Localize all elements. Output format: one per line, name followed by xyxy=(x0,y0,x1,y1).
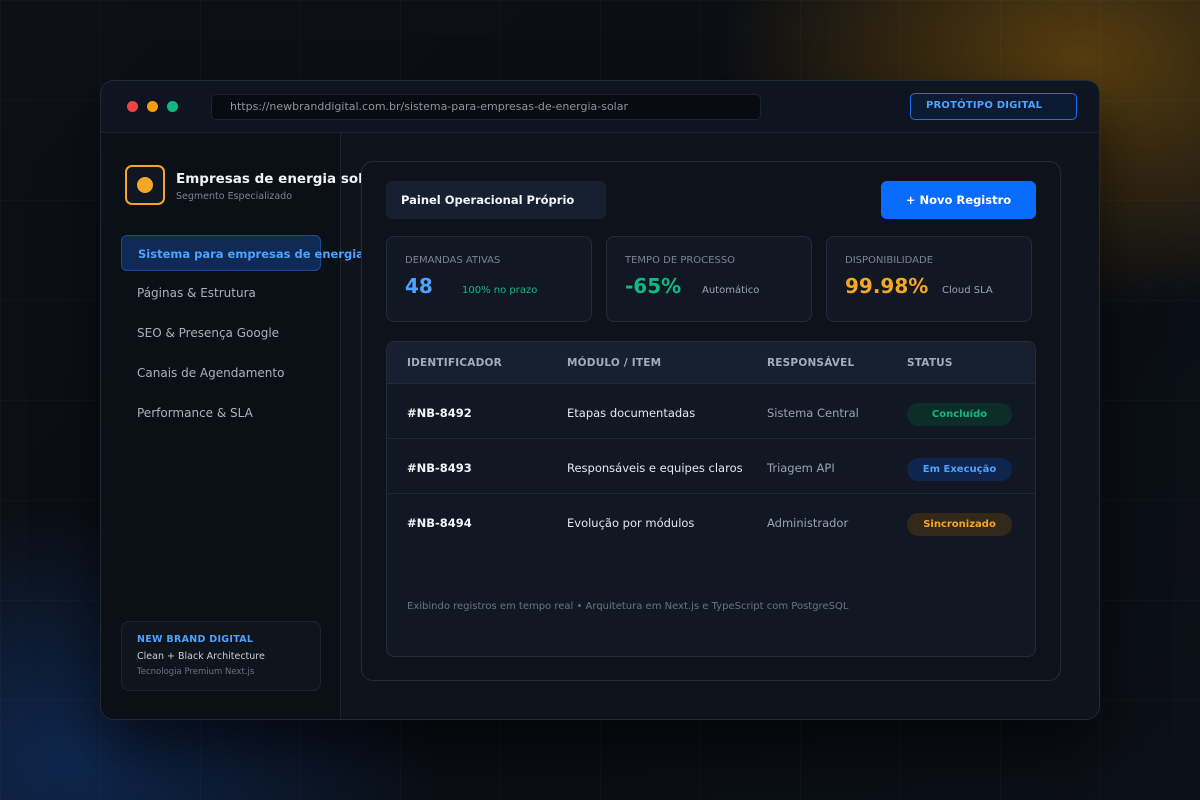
table-footer-note: Exibindo registros em tempo real • Arqui… xyxy=(407,601,849,612)
close-window-dot[interactable] xyxy=(127,101,138,112)
record-owner: Triagem API xyxy=(767,461,835,475)
footer-tagline: Clean + Black Architecture xyxy=(137,651,265,662)
stat-note: Cloud SLA xyxy=(942,285,993,296)
stat-card-demandas: DEMANDAS ATIVAS 48 100% no prazo xyxy=(386,236,592,322)
column-header-module[interactable]: MÓDULO / ITEM xyxy=(567,357,661,369)
column-header-status[interactable]: STATUS xyxy=(907,357,953,369)
status-badge: Concluído xyxy=(907,403,1012,426)
stat-note: 100% no prazo xyxy=(462,285,538,296)
table-header: IDENTIFICADOR MÓDULO / ITEM RESPONSÁVEL … xyxy=(387,342,1035,384)
new-record-button[interactable]: + Novo Registro xyxy=(881,181,1036,219)
browser-window: https://newbranddigital.com.br/sistema-p… xyxy=(100,80,1100,720)
minimize-window-dot[interactable] xyxy=(147,101,158,112)
sidebar-item-seo[interactable]: SEO & Presença Google xyxy=(121,315,321,351)
footer-brand: NEW BRAND DIGITAL xyxy=(137,634,254,645)
record-module: Etapas documentadas xyxy=(567,406,696,420)
status-badge: Sincronizado xyxy=(907,513,1012,536)
sidebar-item-paginas[interactable]: Páginas & Estrutura xyxy=(121,275,321,311)
status-badge: Em Execução xyxy=(907,458,1012,481)
brand-subtitle: Segmento Especializado xyxy=(176,191,293,202)
maximize-window-dot[interactable] xyxy=(167,101,178,112)
record-id: #NB-8493 xyxy=(407,461,472,475)
sidebar-nav: Sistema para empresas de energia solar P… xyxy=(121,235,400,435)
sidebar-footer-card: NEW BRAND DIGITAL Clean + Black Architec… xyxy=(121,621,321,691)
sidebar-item-agendamento[interactable]: Canais de Agendamento xyxy=(121,355,321,391)
stat-note: Automático xyxy=(702,285,760,296)
records-table: IDENTIFICADOR MÓDULO / ITEM RESPONSÁVEL … xyxy=(386,341,1036,657)
sidebar-item-sistema[interactable]: Sistema para empresas de energia solar xyxy=(121,235,400,271)
table-row[interactable]: #NB-8492 Etapas documentadas Sistema Cen… xyxy=(387,384,1035,439)
main-panel: Painel Operacional Próprio + Novo Regist… xyxy=(361,161,1061,681)
table-row[interactable]: #NB-8493 Responsáveis e equipes claros T… xyxy=(387,439,1035,494)
record-id: #NB-8494 xyxy=(407,516,472,530)
record-id: #NB-8492 xyxy=(407,406,472,420)
browser-titlebar: https://newbranddigital.com.br/sistema-p… xyxy=(101,81,1099,133)
record-owner: Administrador xyxy=(767,516,849,530)
stat-value: -65% xyxy=(625,274,682,298)
stat-value: 99.98% xyxy=(845,274,929,298)
footer-tech: Tecnologia Premium Next.js xyxy=(137,667,255,677)
brand-title: Empresas de energia solar xyxy=(176,171,379,187)
sidebar: Empresas de energia solar Segmento Espec… xyxy=(101,133,400,719)
panel-title: Painel Operacional Próprio xyxy=(386,181,606,219)
sidebar-item-performance[interactable]: Performance & SLA xyxy=(121,395,321,431)
stat-card-disponibilidade: DISPONIBILIDADE 99.98% Cloud SLA xyxy=(826,236,1032,322)
stat-label: DEMANDAS ATIVAS xyxy=(405,255,501,266)
stat-value: 48 xyxy=(405,274,433,298)
stat-card-tempo: TEMPO DE PROCESSO -65% Automático xyxy=(606,236,812,322)
column-header-id[interactable]: IDENTIFICADOR xyxy=(407,357,502,369)
record-module: Evolução por módulos xyxy=(567,516,695,530)
record-module: Responsáveis e equipes claros xyxy=(567,461,743,475)
stat-label: TEMPO DE PROCESSO xyxy=(625,255,736,266)
stat-label: DISPONIBILIDADE xyxy=(845,255,934,266)
address-bar[interactable]: https://newbranddigital.com.br/sistema-p… xyxy=(211,94,761,120)
column-header-owner[interactable]: RESPONSÁVEL xyxy=(767,357,854,369)
sun-logo-icon xyxy=(125,165,165,205)
record-owner: Sistema Central xyxy=(767,406,859,420)
table-row[interactable]: #NB-8494 Evolução por módulos Administra… xyxy=(387,494,1035,549)
prototype-badge: PROTÓTIPO DIGITAL xyxy=(910,93,1077,120)
